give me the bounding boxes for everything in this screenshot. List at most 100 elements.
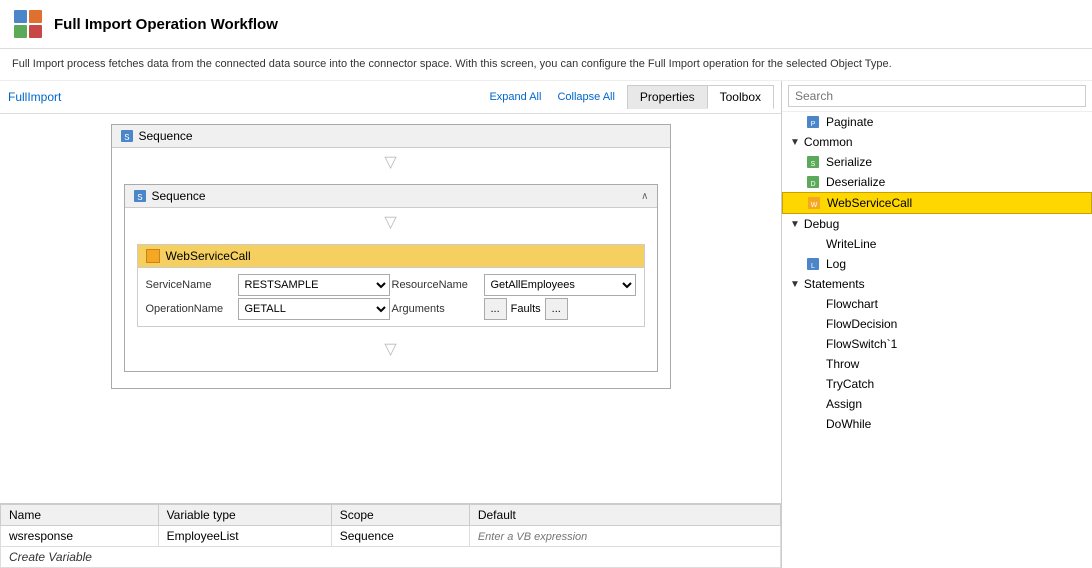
toolbox-section-statements-header[interactable]: ▼ Statements <box>782 274 1092 294</box>
col-variable-type: Variable type <box>158 505 331 526</box>
search-input[interactable] <box>788 85 1086 107</box>
var-name: wsresponse <box>1 526 159 547</box>
header: Full Import Operation Workflow <box>0 0 1092 49</box>
toolbox-section-debug-header[interactable]: ▼ Debug <box>782 214 1092 234</box>
inner-sequence-label: Sequence <box>152 189 206 203</box>
arrow-1: ▽ <box>112 148 670 176</box>
arguments-faults: ... Faults ... <box>484 298 636 320</box>
outer-sequence-header: S Sequence <box>112 125 670 148</box>
left-panel: FullImport Expand All Collapse All Prope… <box>0 81 782 568</box>
wsc-body: ServiceName RESTSAMPLE ResourceName GetA… <box>138 268 644 326</box>
var-type: EmployeeList <box>158 526 331 547</box>
svg-text:W: W <box>811 202 818 209</box>
item-flowswitch-label: FlowSwitch`1 <box>826 337 897 351</box>
toolbox-section-debug: ▼ Debug WriteLine L Log <box>782 214 1092 274</box>
variables-table: Name Variable type Scope Default wsrespo… <box>0 504 781 568</box>
faults-button[interactable]: ... <box>545 298 568 320</box>
service-name-select[interactable]: RESTSAMPLE <box>238 274 390 296</box>
breadcrumb[interactable]: FullImport <box>8 90 61 104</box>
tab-properties[interactable]: Properties <box>627 85 708 109</box>
item-serialize-label: Serialize <box>826 155 872 169</box>
variables-panel: Name Variable type Scope Default wsrespo… <box>0 503 781 568</box>
description-text: Full Import process fetches data from th… <box>0 49 1092 81</box>
operation-name-label: OperationName <box>146 303 236 315</box>
right-panel: P Paginate ▼ Common S Serialize <box>782 81 1092 568</box>
item-deserialize-label: Deserialize <box>826 175 885 189</box>
item-dowhile-label: DoWhile <box>826 417 871 431</box>
col-scope: Scope <box>331 505 469 526</box>
var-default-input[interactable] <box>478 531 772 543</box>
toolbox-item-dowhile[interactable]: DoWhile <box>782 414 1092 434</box>
item-log-label: Log <box>826 257 846 271</box>
inner-sequence: S Sequence ∧ ▽ WebServiceCall Servic <box>124 184 658 372</box>
col-name: Name <box>1 505 159 526</box>
statements-expand-icon: ▼ <box>790 279 800 290</box>
header-icon <box>12 8 44 40</box>
arguments-button[interactable]: ... <box>484 298 507 320</box>
item-flowchart-label: Flowchart <box>826 297 878 311</box>
search-box <box>782 81 1092 112</box>
toolbox-item-deserialize[interactable]: D Deserialize <box>782 172 1092 192</box>
svg-text:S: S <box>811 161 816 168</box>
item-wsc-label: WebServiceCall <box>827 196 912 210</box>
svg-text:P: P <box>811 121 816 128</box>
create-variable[interactable]: Create Variable <box>1 547 781 568</box>
log-icon: L <box>806 257 820 271</box>
page-title: Full Import Operation Workflow <box>54 16 278 33</box>
toolbox-item-paginate[interactable]: P Paginate <box>782 112 1092 132</box>
wsc-header: WebServiceCall <box>138 245 644 268</box>
debug-expand-icon: ▼ <box>790 219 800 230</box>
arrow-2: ▽ <box>125 208 657 236</box>
toolbox-item-assign[interactable]: Assign <box>782 394 1092 414</box>
collapse-all-button[interactable]: Collapse All <box>553 89 618 105</box>
workflow-canvas[interactable]: S Sequence ▽ S Sequence ∧ ▽ <box>0 114 781 503</box>
arrow-3: ▽ <box>125 335 657 363</box>
arguments-label: Arguments <box>392 303 482 315</box>
item-throw-label: Throw <box>826 357 859 371</box>
toolbox-item-webservicecall[interactable]: W WebServiceCall <box>782 192 1092 214</box>
wsc-toolbox-icon: W <box>807 196 821 210</box>
toolbox-item-log[interactable]: L Log <box>782 254 1092 274</box>
resource-name-label: ResourceName <box>392 279 482 291</box>
toolbox-section-statements: ▼ Statements Flowchart FlowDecision Flow… <box>782 274 1092 434</box>
toolbox-item-flowswitch[interactable]: FlowSwitch`1 <box>782 334 1092 354</box>
svg-text:D: D <box>810 181 815 188</box>
expand-all-button[interactable]: Expand All <box>485 89 545 105</box>
toolbox-item-trycatch[interactable]: TryCatch <box>782 374 1092 394</box>
item-trycatch-label: TryCatch <box>826 377 874 391</box>
toolbar: FullImport Expand All Collapse All Prope… <box>0 81 781 114</box>
table-row: wsresponse EmployeeList Sequence <box>1 526 781 547</box>
svg-text:S: S <box>137 193 142 203</box>
deserialize-icon: D <box>806 175 820 189</box>
inner-sequence-header: S Sequence ∧ <box>125 185 657 208</box>
toolbox-section-common: ▼ Common S Serialize D Deserialize <box>782 132 1092 214</box>
inner-sequence-collapse[interactable]: ∧ <box>641 191 648 202</box>
var-scope: Sequence <box>331 526 469 547</box>
var-default[interactable] <box>469 526 780 547</box>
statements-label: Statements <box>804 277 865 291</box>
toolbox-item-serialize[interactable]: S Serialize <box>782 152 1092 172</box>
common-expand-icon: ▼ <box>790 137 800 148</box>
tab-toolbox[interactable]: Toolbox <box>707 85 774 109</box>
wsc-label: WebServiceCall <box>166 249 251 263</box>
common-label: Common <box>804 135 853 149</box>
debug-label: Debug <box>804 217 839 231</box>
operation-name-select[interactable]: GETALL <box>238 298 390 320</box>
item-paginate-label: Paginate <box>826 115 873 129</box>
svg-text:L: L <box>811 263 815 270</box>
toolbox-item-writeline[interactable]: WriteLine <box>782 234 1092 254</box>
wsc-icon <box>146 249 160 263</box>
toolbox-item-flowchart[interactable]: Flowchart <box>782 294 1092 314</box>
create-variable-row[interactable]: Create Variable <box>1 547 781 568</box>
outer-sequence: S Sequence ▽ S Sequence ∧ ▽ <box>111 124 671 389</box>
toolbox-item-flowdecision[interactable]: FlowDecision <box>782 314 1092 334</box>
outer-sequence-label: Sequence <box>139 129 193 143</box>
right-tab-group: Properties Toolbox <box>627 85 773 109</box>
wsc-box: WebServiceCall ServiceName RESTSAMPLE Re… <box>137 244 645 327</box>
paginate-icon: P <box>806 115 820 129</box>
item-writeline-label: WriteLine <box>826 237 876 251</box>
toolbox-item-throw[interactable]: Throw <box>782 354 1092 374</box>
serialize-icon: S <box>806 155 820 169</box>
resource-name-select[interactable]: GetAllEmployees <box>484 274 636 296</box>
toolbox-section-common-header[interactable]: ▼ Common <box>782 132 1092 152</box>
